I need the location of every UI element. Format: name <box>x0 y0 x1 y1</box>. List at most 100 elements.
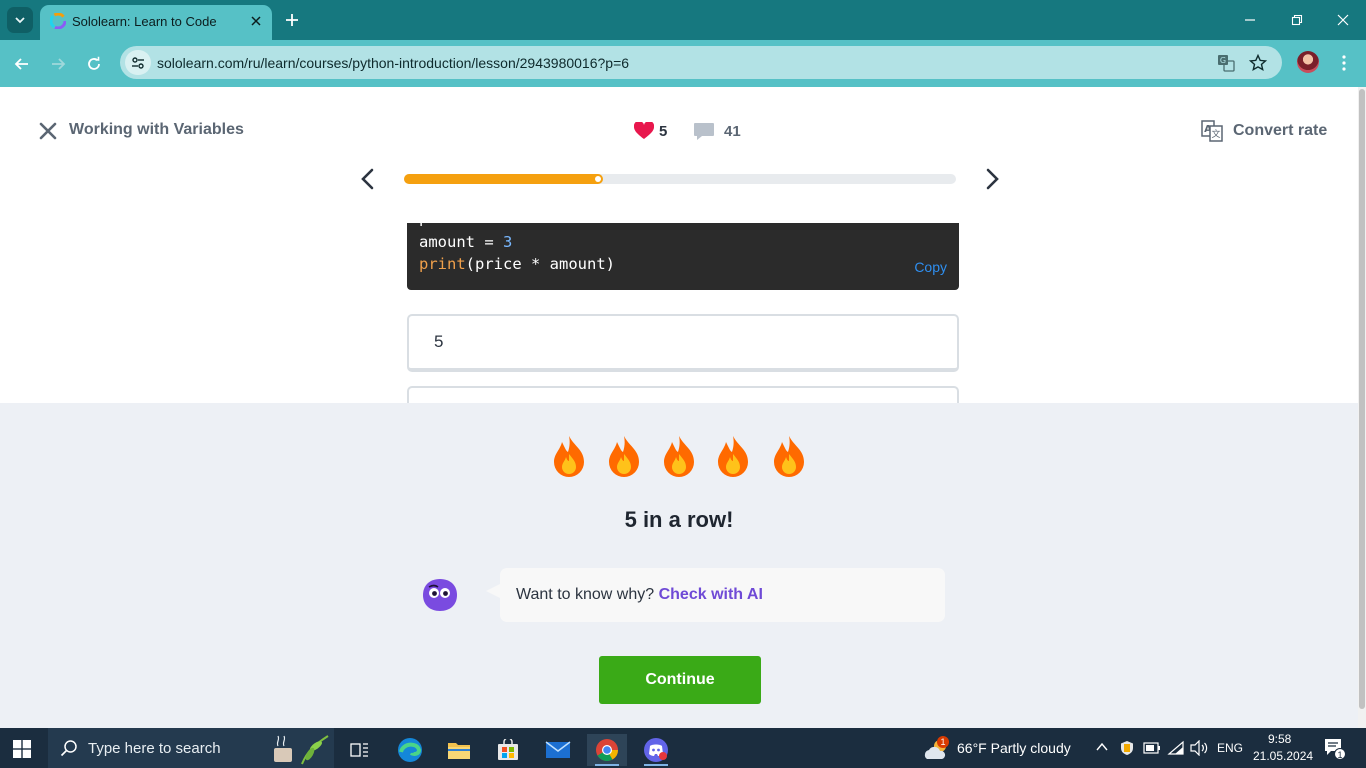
flame-icon <box>718 436 748 477</box>
taskbar-edge[interactable] <box>390 734 430 766</box>
restore-icon <box>1291 14 1303 26</box>
task-view-icon <box>350 743 368 757</box>
chrome-icon <box>596 739 618 761</box>
browser-toolbar: sololearn.com/ru/learn/courses/python-in… <box>0 40 1366 87</box>
continue-button[interactable]: Continue <box>599 656 761 704</box>
active-app-indicator <box>595 764 619 766</box>
flame-icon <box>774 436 804 477</box>
result-panel: 5 in a row! Want to know why? Check with… <box>0 403 1358 728</box>
code-line: print(price * amount) <box>419 255 615 273</box>
svg-text:G: G <box>1220 56 1226 65</box>
streak-flames <box>550 434 810 480</box>
weather-widget-icon-button[interactable]: 1 <box>917 734 957 766</box>
windows-taskbar: Type here to search 1 66°F Partly cloudy… <box>0 728 1366 768</box>
ai-prompt-text: Want to know why? Check with AI <box>516 586 763 603</box>
sololearn-favicon-icon <box>50 13 66 29</box>
code-block: price = 5 amount = 3 print(price * amoun… <box>407 223 959 290</box>
answer-text: 5 <box>434 332 444 351</box>
tea-cup-icon <box>274 735 329 765</box>
clock-date[interactable]: 21.05.2024 <box>1253 749 1313 763</box>
flame-icon <box>554 436 584 477</box>
close-window-button[interactable] <box>1331 8 1355 32</box>
search-placeholder: Type here to search <box>88 740 221 757</box>
edge-icon <box>398 738 422 762</box>
translate-page-button[interactable]: G <box>1215 52 1237 74</box>
new-tab-button[interactable] <box>282 10 302 30</box>
battery-icon[interactable] <box>1143 742 1161 754</box>
taskbar-discord[interactable] <box>636 734 676 766</box>
taskbar-store[interactable] <box>488 734 528 766</box>
chevron-down-icon <box>15 17 25 24</box>
code-line: price = 5 <box>419 223 503 227</box>
url-text[interactable]: sololearn.com/ru/learn/courses/python-in… <box>157 55 629 71</box>
task-view-button[interactable] <box>340 734 380 766</box>
tab-close-button[interactable] <box>247 12 265 30</box>
close-icon <box>1337 14 1349 26</box>
back-button[interactable] <box>10 52 34 76</box>
address-bar[interactable]: sololearn.com/ru/learn/courses/python-in… <box>120 46 1282 79</box>
taskbar-search-box[interactable]: Type here to search <box>48 728 334 768</box>
minimize-button[interactable] <box>1238 8 1262 32</box>
wifi-icon[interactable] <box>1167 740 1185 756</box>
windows-start-icon[interactable] <box>13 740 31 758</box>
restore-button[interactable] <box>1285 8 1309 32</box>
minimize-icon <box>1245 19 1255 21</box>
chevron-up-icon[interactable] <box>1096 742 1108 752</box>
chevron-right-icon[interactable] <box>982 167 1002 191</box>
notification-count: 1 <box>1334 748 1346 760</box>
lesson-progress-marker <box>595 176 601 182</box>
tab-title: Sololearn: Learn to Code <box>72 14 217 29</box>
page-scrollbar-thumb[interactable] <box>1359 89 1365 709</box>
tab-sololearn[interactable]: Sololearn: Learn to Code <box>40 5 272 40</box>
taskbar-mail[interactable] <box>538 734 578 766</box>
copy-code-button[interactable]: Copy <box>914 259 947 275</box>
flame-icon <box>609 436 639 477</box>
weather-badge: 1 <box>937 736 949 748</box>
notifications-button[interactable]: 1 <box>1320 736 1348 762</box>
volume-icon[interactable] <box>1189 740 1209 756</box>
google-translate-icon: G <box>1218 55 1235 72</box>
translate-icon[interactable]: A文 <box>1201 120 1223 142</box>
arrow-left-icon <box>14 58 28 70</box>
discord-icon <box>644 738 668 762</box>
heart-icon <box>634 122 654 139</box>
security-shield-icon[interactable] <box>1119 740 1135 756</box>
flame-icon <box>664 436 694 477</box>
comments-count[interactable]: 41 <box>724 123 741 140</box>
lesson-progress-fill <box>404 174 603 184</box>
ai-bot-avatar-icon <box>423 579 457 611</box>
lesson-title: Working with Variables <box>69 121 244 138</box>
star-icon <box>1249 54 1267 72</box>
close-lesson-icon[interactable] <box>38 121 58 141</box>
tab-search-button[interactable] <box>7 7 33 33</box>
language-indicator[interactable]: ENG <box>1217 741 1243 755</box>
convert-rate-link[interactable]: Convert rate <box>1233 122 1327 140</box>
arrow-right-icon <box>52 58 66 70</box>
active-app-indicator <box>644 764 668 766</box>
browser-menu-button[interactable] <box>1334 52 1354 74</box>
folder-icon <box>448 743 470 759</box>
clock-time[interactable]: 9:58 <box>1268 732 1291 746</box>
browser-tab-strip: Sololearn: Learn to Code <box>0 0 1366 40</box>
site-info-button[interactable] <box>125 50 151 75</box>
taskbar-chrome[interactable] <box>587 734 627 766</box>
mail-icon <box>545 741 571 758</box>
reload-icon <box>88 56 100 70</box>
check-with-ai-link[interactable]: Check with AI <box>659 586 763 603</box>
close-icon <box>251 16 261 26</box>
bookmark-button[interactable] <box>1247 52 1269 74</box>
weather-text[interactable]: 66°F Partly cloudy <box>957 740 1071 756</box>
plus-icon <box>286 14 298 26</box>
comment-icon[interactable] <box>693 122 715 142</box>
hearts-count: 5 <box>659 123 668 140</box>
taskbar-file-explorer[interactable] <box>439 734 479 766</box>
svg-text:文: 文 <box>1211 128 1220 140</box>
forward-button[interactable] <box>46 52 70 76</box>
streak-title: 5 in a row! <box>624 507 734 532</box>
answer-option[interactable]: 5 <box>407 314 959 372</box>
reload-button[interactable] <box>82 52 106 76</box>
chevron-left-icon[interactable] <box>358 167 378 191</box>
search-icon <box>60 740 77 757</box>
profile-avatar[interactable] <box>1297 51 1319 73</box>
more-vertical-icon <box>1342 55 1346 71</box>
